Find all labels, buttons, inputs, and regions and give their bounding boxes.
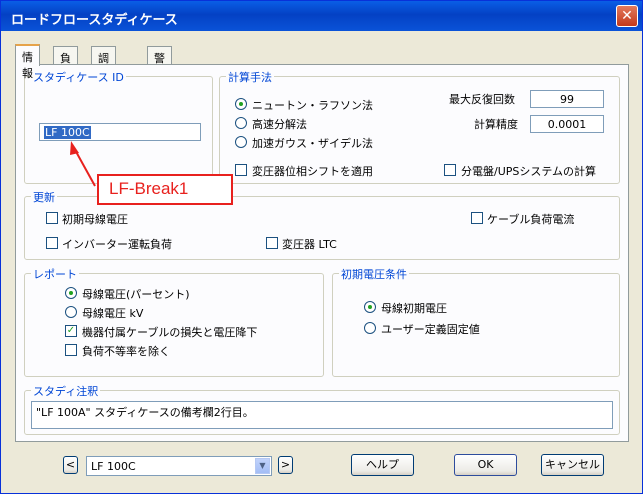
update-legend: 更新 (31, 189, 57, 205)
help-button[interactable]: ヘルプ (351, 454, 414, 476)
close-button[interactable]: ✕ (616, 5, 638, 27)
checkbox-panel-calc[interactable] (444, 164, 456, 176)
checkbox-cable-loss[interactable]: ✓ (65, 325, 77, 337)
checkbox-initial-bus-voltage[interactable] (46, 212, 58, 224)
tab-alarm[interactable]: 警報 (147, 46, 172, 81)
checkbox-exclude-diversity[interactable] (65, 344, 77, 356)
radio-bus-voltage-kv[interactable] (65, 306, 77, 318)
max-iter-label: 最大反復回数 (449, 93, 515, 106)
update-group: 更新 初期母線電圧 ケーブル負荷電流 インバーター運転負荷 変圧器 LTC (24, 189, 620, 260)
dialog-window: ロードフロースタディケース ✕ 情報 負荷 調整 警報 スタディケース ID L… (0, 0, 643, 494)
label-user-defined-fixed: ユーザー定義固定値 (381, 323, 480, 336)
initial-voltage-legend: 初期電圧条件 (339, 266, 409, 282)
checkbox-inverter-load[interactable] (46, 237, 58, 249)
study-case-group: スタディケース ID LF 100C (24, 69, 213, 184)
radio-user-defined-fixed[interactable] (364, 322, 376, 334)
tab-info[interactable]: 情報 (15, 44, 40, 80)
remarks-textarea[interactable]: "LF 100A" スタディケースの備考欄2行目。 (31, 401, 613, 429)
label-inverter-load: インバーター運転負荷 (62, 238, 172, 251)
report-group: レポート 母線電圧(パーセント) 母線電圧 kV ✓ 機器付属ケーブルの損失と電… (24, 266, 324, 377)
remarks-group: スタディ注釈 "LF 100A" スタディケースの備考欄2行目。 (24, 383, 620, 435)
calc-method-group: 計算手法 ニュートン・ラフソン法 高速分解法 加速ガウス・ザイデル法 最大反復回… (219, 69, 620, 184)
report-legend: レポート (31, 266, 79, 282)
case-select[interactable]: LF 100C ▼ (86, 456, 272, 476)
max-iter-input[interactable]: 99 (530, 90, 604, 108)
label-fast-decoupled: 高速分解法 (252, 118, 307, 131)
study-case-id-value: LF 100C (44, 126, 91, 139)
label-transformer-shift: 変圧器位相シフトを適用 (252, 165, 373, 178)
radio-bus-voltage-percent[interactable] (65, 287, 77, 299)
label-bus-initial-voltage: 母線初期電圧 (381, 302, 447, 315)
initial-voltage-group: 初期電圧条件 母線初期電圧 ユーザー定義固定値 (332, 266, 620, 377)
radio-newton-raphson[interactable] (235, 98, 247, 110)
ok-button[interactable]: OK (454, 454, 517, 476)
label-bus-voltage-percent: 母線電圧(パーセント) (82, 288, 190, 301)
tab-adjustment[interactable]: 調整 (91, 46, 116, 81)
window-title: ロードフロースタディケース (11, 13, 178, 28)
label-bus-voltage-kv: 母線電圧 kV (82, 307, 144, 320)
case-select-value: LF 100C (91, 460, 136, 473)
radio-fast-decoupled[interactable] (235, 117, 247, 129)
chevron-down-icon[interactable]: ▼ (255, 458, 270, 474)
tab-load[interactable]: 負荷 (53, 46, 78, 81)
label-gauss-seidel: 加速ガウス・ザイデル法 (252, 137, 373, 150)
prev-case-button[interactable]: < (63, 456, 78, 474)
precision-input[interactable]: 0.0001 (530, 115, 604, 133)
tab-panel-info: スタディケース ID LF 100C 計算手法 ニュートン・ラフソン法 高速分解… (15, 64, 629, 442)
label-transformer-ltc: 変圧器 LTC (282, 238, 337, 251)
label-panel-calc: 分電盤/UPSシステムの計算 (461, 165, 597, 178)
remarks-legend: スタディ注釈 (31, 383, 101, 399)
label-exclude-diversity: 負荷不等率を除く (82, 345, 170, 358)
next-case-button[interactable]: > (278, 456, 293, 474)
label-cable-load-current: ケーブル負荷電流 (487, 213, 575, 226)
title-bar[interactable]: ロードフロースタディケース ✕ (1, 1, 642, 31)
precision-label: 計算精度 (474, 118, 518, 131)
calc-method-legend: 計算手法 (226, 69, 274, 85)
radio-gauss-seidel[interactable] (235, 136, 247, 148)
checkbox-transformer-ltc[interactable] (266, 237, 278, 249)
label-initial-bus-voltage: 初期母線電圧 (62, 213, 128, 226)
radio-bus-initial-voltage[interactable] (364, 301, 376, 313)
checkbox-cable-load-current[interactable] (471, 212, 483, 224)
study-case-id-input[interactable]: LF 100C (39, 123, 201, 141)
checkbox-transformer-shift[interactable] (235, 164, 247, 176)
label-cable-loss: 機器付属ケーブルの損失と電圧降下 (82, 326, 258, 339)
label-newton-raphson: ニュートン・ラフソン法 (252, 99, 373, 112)
study-case-legend: スタディケース ID (31, 69, 126, 85)
annotation-label: LF-Break1 (97, 174, 233, 205)
cancel-button[interactable]: キャンセル (541, 454, 604, 476)
